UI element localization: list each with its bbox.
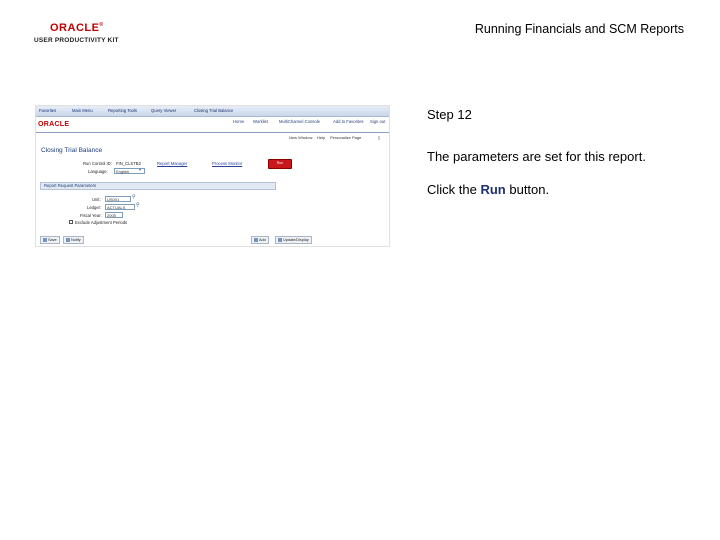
nav-closing-trial-balance[interactable]: Closing Trial Balance: [194, 108, 233, 113]
logo-brand: ORACLE: [50, 22, 100, 34]
unit-value: US001: [107, 197, 120, 202]
link-add-to-favorites[interactable]: Add to Favorites: [333, 119, 364, 124]
fiscal-year-field[interactable]: 2005: [105, 212, 123, 218]
link-sign-out[interactable]: Sign out: [370, 119, 385, 124]
run-control-label: Run Control ID:: [83, 161, 112, 166]
nav-favorites[interactable]: Favorites: [39, 108, 56, 113]
update-display-button[interactable]: Update/Display: [275, 236, 312, 244]
nav-query-viewer[interactable]: Query Viewer: [151, 108, 176, 113]
unit-field[interactable]: US001: [105, 196, 131, 202]
chevron-down-icon[interactable]: ▾: [139, 167, 141, 172]
add-icon: [254, 238, 258, 242]
section-title: Report Request Parameters: [44, 183, 97, 188]
link-home[interactable]: Home: [233, 119, 244, 124]
instruction-action: Click the Run button.: [427, 182, 549, 197]
nav-reporting-tools[interactable]: Reporting Tools: [108, 108, 137, 113]
notify-label: Notify: [71, 238, 81, 242]
language-label: Language:: [88, 169, 108, 174]
language-value: English: [116, 169, 130, 174]
nav-main-menu[interactable]: Main Menu: [72, 108, 93, 113]
oracle-app-logo: ORACLE: [38, 121, 70, 128]
logo-product: USER PRODUCTIVITY KIT: [34, 37, 119, 44]
save-label: Save: [48, 238, 57, 242]
exclude-adjustment-checkbox[interactable]: [69, 220, 73, 224]
report-parameters-section: Report Request Parameters: [40, 182, 276, 190]
fiscal-year-label: Fiscal Year:: [80, 213, 102, 218]
add-button[interactable]: Add: [251, 236, 269, 244]
link-help[interactable]: Help: [317, 135, 325, 140]
link-page-icon[interactable]: ▯: [378, 135, 380, 140]
link-personalize-page[interactable]: Personalize Page: [330, 135, 361, 140]
header-divider: [36, 132, 389, 133]
run-button[interactable]: Run: [268, 159, 292, 169]
oracle-upk-logo: ORACLE® USER PRODUCTIVITY KIT: [34, 22, 124, 46]
exclude-adjustment-label: Exclude Adjustment Periods: [75, 220, 128, 225]
ledger-value: ACTUALS: [107, 205, 126, 210]
update-display-icon: [278, 238, 282, 242]
ledger-field[interactable]: ACTUALS: [105, 204, 135, 210]
notify-icon: [66, 238, 70, 242]
application-screenshot: Favorites Main Menu Reporting Tools Quer…: [35, 105, 390, 247]
unit-label: Unit:: [92, 197, 101, 202]
instruction-run-label: Run: [480, 182, 506, 197]
save-icon: [43, 238, 47, 242]
save-button[interactable]: Save: [40, 236, 60, 244]
ledger-lookup-icon[interactable]: ⚲: [136, 202, 140, 208]
main-navigation-bar: Favorites Main Menu Reporting Tools Quer…: [36, 106, 389, 117]
link-worklist[interactable]: Worklist: [253, 119, 268, 124]
run-control-value: FIN_CLSTB2: [116, 161, 141, 166]
document-title: Running Financials and SCM Reports: [474, 22, 684, 36]
notify-button[interactable]: Notify: [63, 236, 84, 244]
instruction-text: The parameters are set for this report.: [427, 149, 646, 164]
instruction-prefix: Click the: [427, 182, 481, 197]
report-manager-link[interactable]: Report Manager: [157, 161, 187, 166]
add-label: Add: [259, 238, 266, 242]
logo-registered-mark: ®: [99, 22, 104, 28]
step-number: Step 12: [427, 107, 472, 122]
link-multichannel-console[interactable]: MultiChannel Console: [279, 119, 320, 124]
process-monitor-link[interactable]: Process Monitor: [212, 161, 242, 166]
update-display-label: Update/Display: [283, 238, 309, 242]
link-new-window[interactable]: New Window: [289, 135, 312, 140]
instruction-suffix: button.: [505, 182, 550, 197]
fiscal-year-value: 2005: [107, 213, 116, 218]
page-title: Closing Trial Balance: [41, 147, 103, 154]
unit-lookup-icon[interactable]: ⚲: [132, 194, 136, 200]
ledger-label: Ledger:: [87, 205, 102, 210]
